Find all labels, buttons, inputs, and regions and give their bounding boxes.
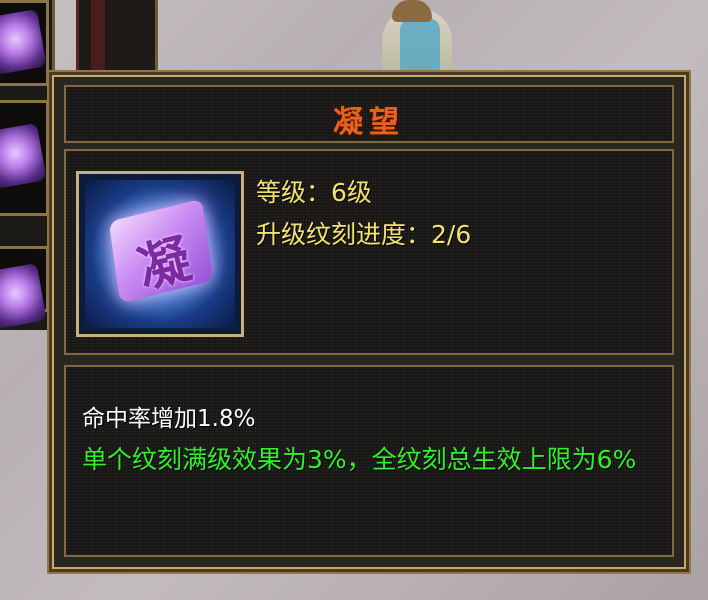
item-tooltip: 凝望 凝 等级：6级 升级纹刻进度：2/6 命中率增加1.8% 单个纹刻满级效果…	[52, 75, 686, 569]
tooltip-description-panel: 命中率增加1.8% 单个纹刻满级效果为3%，全纹刻总生效上限为6%	[64, 365, 674, 557]
player-character[interactable]	[372, 0, 462, 84]
window-pillar	[76, 0, 158, 80]
inventory-slot[interactable]	[0, 100, 49, 216]
tooltip-title-panel: 凝望	[64, 85, 674, 143]
character-hair	[392, 0, 432, 22]
gem-icon	[0, 122, 47, 190]
item-level: 等级：6级	[256, 178, 372, 207]
inventory-slot[interactable]	[0, 246, 49, 330]
item-title: 凝望	[333, 105, 405, 140]
item-icon-frame: 凝	[76, 171, 244, 337]
inventory-strip	[0, 0, 55, 330]
item-note: 单个纹刻满级效果为3%，全纹刻总生效上限为6%	[82, 445, 637, 474]
gem-icon	[0, 262, 47, 330]
character-sash	[400, 18, 440, 78]
upgrade-progress: 升级纹刻进度：2/6	[256, 220, 472, 249]
ning-gem-icon: 凝	[85, 180, 235, 328]
inventory-slot[interactable]	[0, 0, 49, 86]
tooltip-info-panel: 凝 等级：6级 升级纹刻进度：2/6	[64, 149, 674, 355]
gem-icon	[0, 8, 47, 76]
item-bonus: 命中率增加1.8%	[82, 406, 256, 432]
